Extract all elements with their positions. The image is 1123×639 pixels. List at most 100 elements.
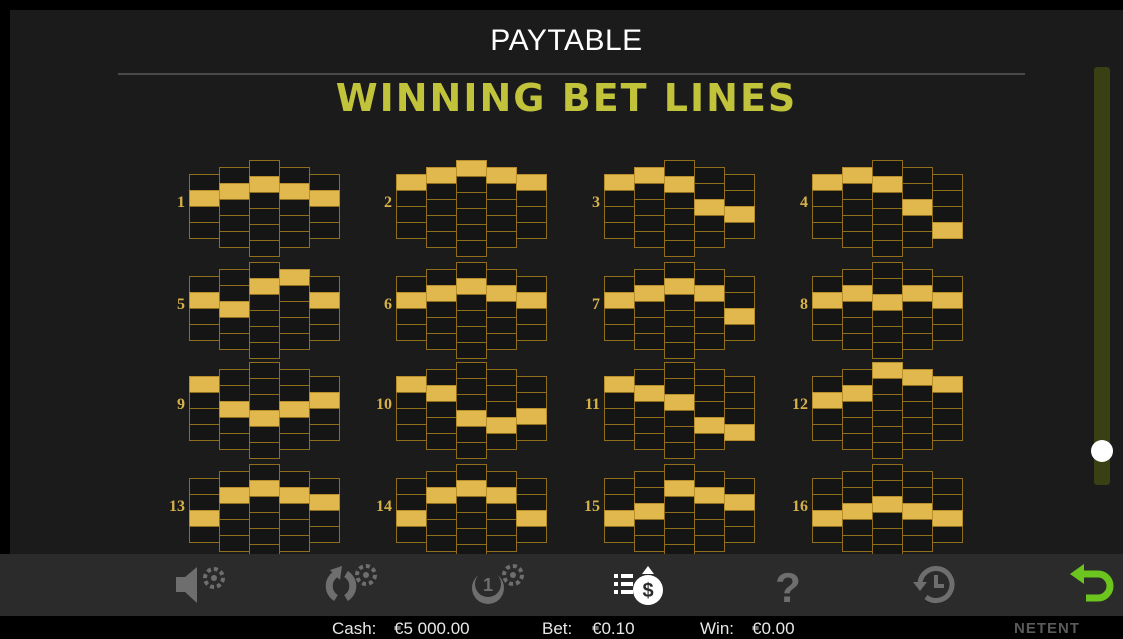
reel-cell bbox=[189, 308, 220, 325]
reel-cell bbox=[486, 503, 517, 520]
reel-cell bbox=[664, 262, 695, 279]
reel-cell bbox=[396, 526, 427, 543]
bet-line-number: 16 bbox=[792, 498, 808, 515]
reel-cell bbox=[516, 376, 547, 393]
bet-line-number: 8 bbox=[800, 296, 808, 313]
reel-cell bbox=[396, 424, 427, 441]
reel-cell bbox=[396, 494, 427, 511]
reel-cell bbox=[426, 535, 457, 552]
reel-cell bbox=[694, 167, 725, 184]
winning-cell bbox=[396, 510, 427, 527]
reel-cell bbox=[902, 167, 933, 184]
bet-lines-grid: 1 2 3 4 5 6 7 8 9 10 11 12 13 14 15 16 bbox=[10, 10, 1123, 554]
reel-cell bbox=[426, 301, 457, 318]
reel-cell bbox=[189, 424, 220, 441]
reel-cell bbox=[842, 471, 873, 488]
reel-cell bbox=[456, 426, 487, 443]
reel-cell bbox=[604, 392, 635, 409]
game-toolbar: 1 $ ? bbox=[0, 554, 1123, 616]
reel-cell bbox=[724, 478, 755, 495]
reel-cell bbox=[219, 333, 250, 350]
winning-cell bbox=[842, 167, 873, 184]
bet-line-7: 7 bbox=[578, 262, 763, 359]
reel-cell bbox=[426, 231, 457, 248]
winning-cell bbox=[516, 292, 547, 309]
reel-cell bbox=[694, 231, 725, 248]
reel-cell bbox=[309, 408, 340, 425]
reel-cell bbox=[486, 385, 517, 402]
reel-cell bbox=[486, 369, 517, 386]
reel-cell bbox=[249, 378, 280, 395]
reel-cell bbox=[426, 215, 457, 232]
winning-cell bbox=[486, 417, 517, 434]
reel-cell bbox=[249, 362, 280, 379]
reel-cell bbox=[456, 464, 487, 481]
coin-settings-button[interactable]: 1 bbox=[470, 558, 530, 612]
reel-cell bbox=[872, 262, 903, 279]
bet-line-13: 13 bbox=[163, 464, 348, 554]
winning-cell bbox=[249, 410, 280, 427]
help-button[interactable]: ? bbox=[758, 558, 818, 612]
bet-label: Bet: bbox=[542, 619, 573, 638]
reel-cell bbox=[724, 292, 755, 309]
reel-cell bbox=[486, 199, 517, 216]
reel-cell bbox=[516, 324, 547, 341]
bet-line-number: 12 bbox=[792, 396, 808, 413]
reel-cell bbox=[842, 433, 873, 450]
reel-cell bbox=[279, 215, 310, 232]
reel-cell bbox=[872, 278, 903, 295]
reel-cell bbox=[279, 433, 310, 450]
reel-cell bbox=[902, 231, 933, 248]
winning-cell bbox=[932, 222, 963, 239]
reel-cell bbox=[189, 408, 220, 425]
reel-cell bbox=[664, 426, 695, 443]
winning-cell bbox=[604, 510, 635, 527]
reel-cell bbox=[456, 208, 487, 225]
reel-cell bbox=[932, 408, 963, 425]
winning-cell bbox=[426, 487, 457, 504]
autoplay-settings-button[interactable] bbox=[322, 558, 382, 612]
reel-cell bbox=[664, 378, 695, 395]
reel-cell bbox=[396, 206, 427, 223]
history-button[interactable] bbox=[906, 558, 966, 612]
back-button[interactable] bbox=[1060, 558, 1120, 612]
bet-line-5: 5 bbox=[163, 262, 348, 359]
winning-cell bbox=[309, 292, 340, 309]
reel-cell bbox=[456, 528, 487, 545]
paytable-button[interactable]: $ bbox=[612, 558, 672, 612]
reel-cell bbox=[872, 528, 903, 545]
bet-line-16: 16 bbox=[786, 464, 971, 554]
reel-cell bbox=[309, 376, 340, 393]
winning-cell bbox=[694, 487, 725, 504]
reel-cell bbox=[664, 326, 695, 343]
winning-cell bbox=[604, 174, 635, 191]
reel-cell bbox=[189, 494, 220, 511]
winning-cell bbox=[249, 176, 280, 193]
reel-cell bbox=[279, 369, 310, 386]
winning-cell bbox=[902, 503, 933, 520]
reel-cell bbox=[634, 519, 665, 536]
scrollbar-thumb[interactable] bbox=[1091, 440, 1113, 462]
reel-cell bbox=[279, 301, 310, 318]
winning-cell bbox=[634, 503, 665, 520]
winning-cell bbox=[456, 480, 487, 497]
reel-cell bbox=[664, 224, 695, 241]
sound-settings-button[interactable] bbox=[172, 558, 232, 612]
reel-cell bbox=[694, 317, 725, 334]
reel-cell bbox=[279, 231, 310, 248]
reel-cell bbox=[516, 276, 547, 293]
reel-cell bbox=[279, 167, 310, 184]
bet-line-number: 1 bbox=[177, 194, 185, 211]
reel-cell bbox=[249, 208, 280, 225]
winning-cell bbox=[842, 285, 873, 302]
reel-cell bbox=[812, 222, 843, 239]
winning-cell bbox=[932, 376, 963, 393]
reel-cell bbox=[812, 376, 843, 393]
reel-cell bbox=[396, 190, 427, 207]
reel-cell bbox=[694, 401, 725, 418]
winning-cell bbox=[932, 292, 963, 309]
scrollbar-track[interactable] bbox=[1094, 67, 1110, 485]
help-icon: ? bbox=[775, 564, 801, 610]
winning-cell bbox=[604, 376, 635, 393]
reel-cell bbox=[932, 526, 963, 543]
